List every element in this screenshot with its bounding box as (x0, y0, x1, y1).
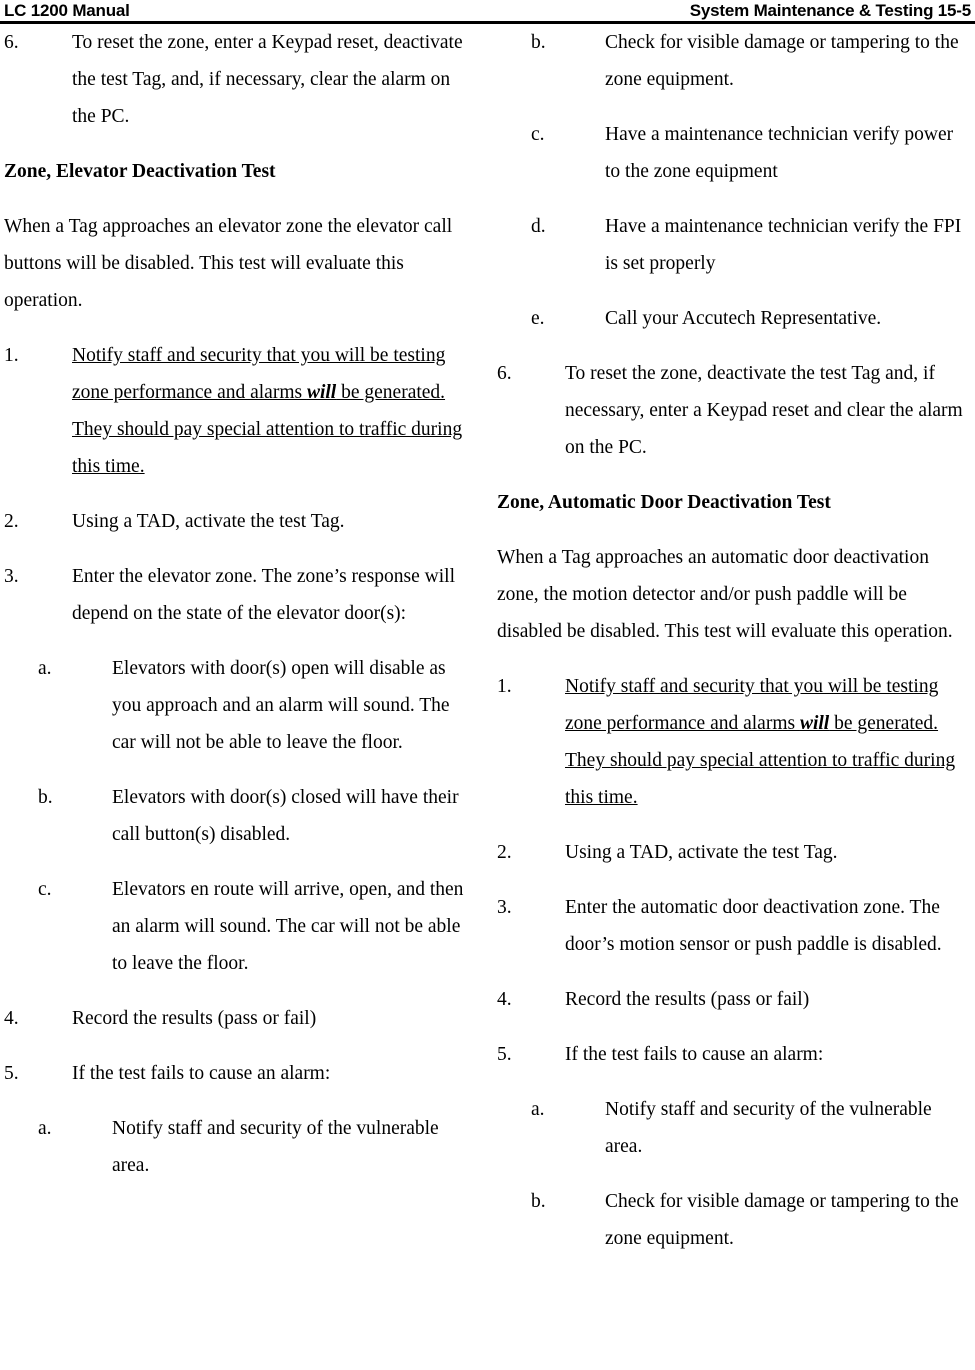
sub-list-item: a. Notify staff and security of the vuln… (38, 1110, 474, 1184)
list-item-text: If the test fails to cause an alarm: (72, 1063, 331, 1084)
list-marker: 4. (497, 989, 512, 1010)
list-item-text: Using a TAD, activate the test Tag. (72, 511, 345, 532)
sub-list-marker: b. (531, 32, 546, 53)
right-column: b. Check for visible damage or tampering… (497, 24, 967, 1370)
list-marker: 4. (4, 1008, 19, 1029)
list-item-text: If the test fails to cause an alarm: (565, 1044, 824, 1065)
list-item-text: Using a TAD, activate the test Tag. (565, 842, 838, 863)
sub-list-item: a. Elevators with door(s) open will disa… (38, 650, 474, 761)
sub-list-item-text: Notify staff and security of the vulnera… (605, 1099, 932, 1157)
list-marker: 5. (497, 1044, 512, 1065)
sub-list-item: b. Check for visible damage or tampering… (531, 1183, 967, 1257)
list-item-text: Enter the automatic door deactivation zo… (565, 897, 942, 955)
sub-list-item-text: Call your Accutech Representative. (605, 308, 882, 329)
list-item: 1. Notify staff and security that you wi… (4, 337, 474, 485)
list-marker: 2. (497, 842, 512, 863)
sub-list-item-text: Notify staff and security of the vulnera… (112, 1118, 439, 1176)
list-marker: 6. (497, 363, 512, 384)
list-marker: 3. (4, 566, 19, 587)
page-header: LC 1200 Manual System Maintenance & Test… (0, 0, 975, 24)
header-section-title: System Maintenance & Testing 15-5 (689, 1, 971, 20)
list-marker: 1. (497, 676, 512, 697)
list-item-text: Record the results (pass or fail) (565, 989, 810, 1010)
sub-list-marker: c. (38, 879, 52, 900)
list-marker: 3. (497, 897, 512, 918)
sub-list-marker: d. (531, 216, 546, 237)
page-body: 6. To reset the zone, enter a Keypad res… (0, 24, 975, 1370)
list-item: 3. Enter the automatic door deactivation… (497, 889, 967, 963)
note-emphasis: will (799, 713, 830, 734)
sub-list-item-text: Check for visible damage or tampering to… (605, 32, 959, 90)
list-item: 2. Using a TAD, activate the test Tag. (497, 834, 967, 871)
sub-list-marker: a. (38, 1118, 52, 1139)
sub-list-item: b. Check for visible damage or tampering… (531, 24, 967, 98)
sub-list-item-text: Elevators with door(s) closed will have … (112, 787, 459, 845)
list-item: 4. Record the results (pass or fail) (497, 981, 967, 1018)
list-item: 5. If the test fails to cause an alarm: (497, 1036, 967, 1073)
sub-list-marker: a. (531, 1099, 545, 1120)
list-marker: 1. (4, 345, 19, 366)
sub-list-item-text: Elevators with door(s) open will disable… (112, 658, 450, 753)
sub-list-marker: a. (38, 658, 52, 679)
sub-list-marker: b. (531, 1191, 546, 1212)
list-marker: 5. (4, 1063, 19, 1084)
section-intro-automatic-door: When a Tag approaches an automatic door … (497, 547, 953, 642)
sub-list-item-text: Have a maintenance technician verify pow… (605, 124, 954, 182)
note-emphasis: will (306, 382, 337, 403)
sub-list-item: c. Elevators en route will arrive, open,… (38, 871, 474, 982)
header-manual-title: LC 1200 Manual (4, 1, 130, 20)
list-item: 1. Notify staff and security that you wi… (497, 668, 967, 816)
list-item-text: To reset the zone, enter a Keypad reset,… (72, 32, 463, 127)
list-item: 4. Record the results (pass or fail) (4, 1000, 474, 1037)
sub-list-item: e. Call your Accutech Representative. (531, 300, 967, 337)
sub-list-item: c. Have a maintenance technician verify … (531, 116, 967, 190)
sub-list-marker: b. (38, 787, 53, 808)
sub-list-marker: c. (531, 124, 545, 145)
sub-list-item: d. Have a maintenance technician verify … (531, 208, 967, 282)
sub-list-marker: e. (531, 308, 545, 329)
section-intro-elevator: When a Tag approaches an elevator zone t… (4, 216, 453, 311)
section-heading-elevator: Zone, Elevator Deactivation Test (4, 161, 276, 182)
left-column: 6. To reset the zone, enter a Keypad res… (4, 24, 474, 1370)
sub-list-item-text: Check for visible damage or tampering to… (605, 1191, 959, 1249)
list-item-text: Record the results (pass or fail) (72, 1008, 317, 1029)
sub-list-item: b. Elevators with door(s) closed will ha… (38, 779, 474, 853)
list-item: 6. To reset the zone, deactivate the tes… (497, 355, 967, 466)
list-item: 5. If the test fails to cause an alarm: (4, 1055, 474, 1092)
sub-list-item-text: Elevators en route will arrive, open, an… (112, 879, 464, 974)
list-item-text: Notify staff and security that you will … (565, 668, 967, 816)
list-item: 2. Using a TAD, activate the test Tag. (4, 503, 474, 540)
list-marker: 6. (4, 32, 19, 53)
section-heading-automatic-door: Zone, Automatic Door Deactivation Test (497, 492, 831, 513)
sub-list-item: a. Notify staff and security of the vuln… (531, 1091, 967, 1165)
list-item-text: Notify staff and security that you will … (72, 337, 474, 485)
list-marker: 2. (4, 511, 19, 532)
list-item-text: To reset the zone, deactivate the test T… (565, 363, 963, 458)
list-item: 6. To reset the zone, enter a Keypad res… (4, 24, 474, 135)
list-item: 3. Enter the elevator zone. The zone’s r… (4, 558, 474, 632)
list-item-text: Enter the elevator zone. The zone’s resp… (72, 566, 456, 624)
sub-list-item-text: Have a maintenance technician verify the… (605, 216, 962, 274)
